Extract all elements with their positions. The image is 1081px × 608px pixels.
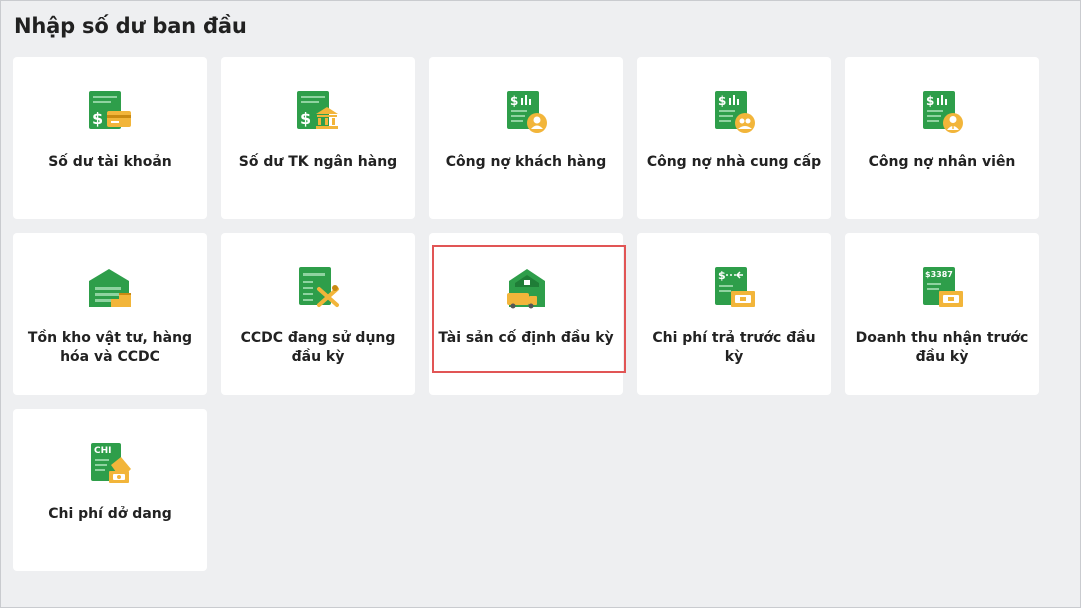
card-label: Doanh thu nhận trước đầu kỳ <box>855 330 1029 365</box>
svg-text:$: $ <box>300 109 311 128</box>
svg-text:$: $ <box>92 109 103 128</box>
bank-balance-icon: $ <box>297 91 338 129</box>
employee-debt-icon: $ <box>923 91 963 133</box>
card-inventory[interactable]: Tồn kho vật tư, hàng hóa và CCDC <box>13 233 207 395</box>
card-account-balance[interactable]: $ Số dư tài khoản <box>13 57 207 219</box>
card-bank-balance[interactable]: $ Số dư TK ngân hàng <box>221 57 415 219</box>
card-tools-in-use[interactable]: CCDC đang sử dụng đầu kỳ <box>221 233 415 395</box>
card-employee-debt[interactable]: $ Công nợ nhân viên <box>845 57 1039 219</box>
card-wip-cost[interactable]: CHI Chi phí dở dang <box>13 409 207 571</box>
page-title: Nhập số dư ban đầu <box>14 14 247 38</box>
card-label: Chi phí dở dang <box>48 506 172 522</box>
card-label: Số dư TK ngân hàng <box>238 154 398 170</box>
card-label: Công nợ khách hàng <box>445 154 607 170</box>
deferred-revenue-icon: $3387 <box>923 267 963 307</box>
icon-text: CHI <box>94 446 112 456</box>
card-label: Tồn kho vật tư, hàng hóa và CCDC <box>27 330 193 365</box>
card-prepaid-expense[interactable]: $ Chi phí trả trước đầu kỳ <box>637 233 831 395</box>
card-customer-debt[interactable]: $ Công nợ khách hàng <box>429 57 623 219</box>
fixed-asset-icon <box>507 269 545 309</box>
card-fixed-assets[interactable]: Tài sản cố định đầu kỳ <box>429 233 626 395</box>
supplier-debt-icon: $ <box>715 91 755 133</box>
svg-text:$: $ <box>926 94 934 108</box>
card-label: Tài sản cố định đầu kỳ <box>438 330 614 346</box>
card-label: CCDC đang sử dụng đầu kỳ <box>240 330 396 365</box>
warehouse-icon <box>89 269 131 307</box>
card-label: Chi phí trả trước đầu kỳ <box>652 330 816 365</box>
wip-cost-icon: CHI <box>91 443 131 483</box>
opening-balance-grid: $ Số dư tài khoản $ Số dư TK ngân hàng $ <box>13 57 1039 571</box>
svg-text:$: $ <box>718 269 726 282</box>
svg-text:$: $ <box>510 94 518 108</box>
svg-text:$: $ <box>718 94 726 108</box>
card-label: Số dư tài khoản <box>48 154 172 170</box>
card-label: Công nợ nhân viên <box>868 154 1016 170</box>
tools-document-icon <box>299 267 339 307</box>
customer-debt-icon: $ <box>507 91 547 133</box>
money-card-icon: $ <box>89 91 131 129</box>
card-supplier-debt[interactable]: $ Công nợ nhà cung cấp <box>637 57 831 219</box>
icon-text: $3387 <box>925 270 953 279</box>
prepaid-expense-icon: $ <box>715 267 755 307</box>
card-label: Công nợ nhà cung cấp <box>646 154 822 170</box>
card-deferred-revenue[interactable]: $3387 Doanh thu nhận trước đầu kỳ <box>845 233 1039 395</box>
